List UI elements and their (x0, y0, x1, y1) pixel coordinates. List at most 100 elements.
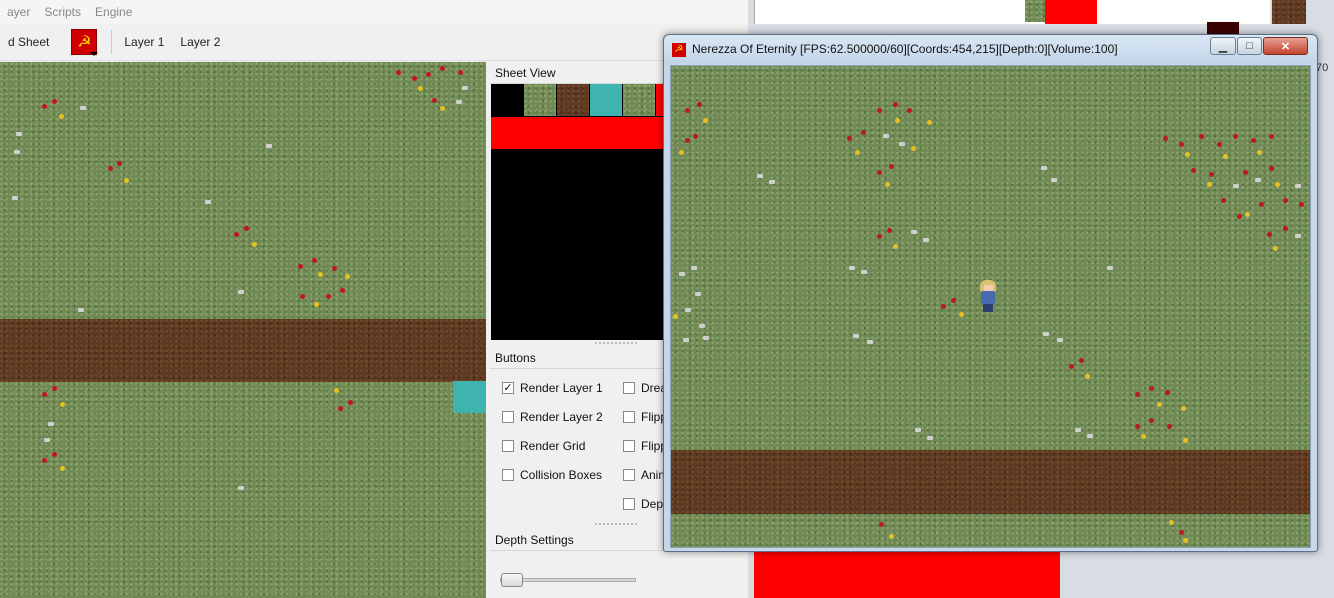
panel-splitter[interactable] (595, 342, 639, 344)
flower-red (1259, 202, 1264, 207)
checkbox-box[interactable] (502, 411, 514, 423)
panel-splitter[interactable] (595, 523, 639, 525)
flower-yellow (252, 242, 257, 247)
flower-red (117, 161, 122, 166)
flower-red (1237, 214, 1242, 219)
game-window: ☭ Nerezza Of Eternity [FPS:62.500000/60]… (663, 34, 1318, 552)
flower-red (1221, 198, 1226, 203)
flower-red (440, 66, 445, 71)
flower-red (300, 294, 305, 299)
depth-slider-thumb[interactable] (501, 573, 523, 587)
sheet-tile-water[interactable] (590, 84, 622, 116)
sheet-tile-dirt[interactable] (557, 84, 589, 116)
flower-white (1051, 178, 1057, 182)
flower-red (877, 108, 882, 113)
flower-white (923, 238, 929, 242)
flower-red (697, 102, 702, 107)
checkbox-box[interactable] (502, 440, 514, 452)
sheet-canvas[interactable] (491, 84, 663, 340)
animate-checkbox[interactable]: Anim (623, 468, 668, 482)
flower-yellow (885, 182, 890, 187)
flower-red (693, 134, 698, 139)
hammer-sickle-icon: ☭ (672, 43, 686, 57)
flower-yellow (895, 118, 900, 123)
flower-white (205, 200, 211, 204)
flower-red (52, 99, 57, 104)
flower-red (685, 108, 690, 113)
map-canvas[interactable] (0, 62, 486, 598)
checkbox-box[interactable] (623, 411, 635, 423)
flower-yellow (911, 146, 916, 151)
sheet-tile-flowers[interactable] (623, 84, 655, 116)
checkbox-checked[interactable]: ✓ (502, 382, 514, 394)
flower-red (877, 170, 882, 175)
flower-red (298, 264, 303, 269)
checkbox-box[interactable] (623, 440, 635, 452)
flower-yellow (59, 114, 64, 119)
desktop: 70 ayer Scripts Engine d Sheet ☭ Layer 1… (0, 0, 1334, 598)
layer1-button[interactable]: Layer 1 (116, 35, 172, 49)
flower-white (238, 290, 244, 294)
collision-boxes-checkbox[interactable]: Collision Boxes (502, 468, 602, 482)
flower-white (1043, 332, 1049, 336)
flower-red (1233, 134, 1238, 139)
flower-white (1075, 428, 1081, 432)
flower-red (951, 298, 956, 303)
flower-white (1255, 178, 1261, 182)
flower-white (679, 272, 685, 276)
flower-yellow (334, 388, 339, 393)
render-grid-checkbox[interactable]: Render Grid (502, 439, 585, 453)
checkbox-label: Render Layer 1 (520, 381, 603, 395)
menu-bar: ayer Scripts Engine (0, 0, 748, 24)
dropdown-arrow-icon (90, 52, 99, 56)
flower-yellow (1169, 520, 1174, 525)
close-button[interactable]: ✕ (1263, 37, 1308, 55)
checkbox-box[interactable] (623, 498, 635, 510)
flower-white (462, 86, 468, 90)
menu-engine[interactable]: Engine (88, 5, 139, 19)
draw-checkbox[interactable]: Drea (623, 381, 667, 395)
flower-white (1233, 184, 1239, 188)
sheet-tile-red[interactable] (656, 84, 663, 116)
depth-slider[interactable] (500, 573, 636, 587)
flower-white (1107, 266, 1113, 270)
flower-white (48, 422, 54, 426)
player-body (981, 291, 995, 304)
flower-white (238, 486, 244, 490)
menu-layer[interactable]: ayer (0, 5, 37, 19)
sheet-select-button[interactable]: ☭ (71, 29, 99, 56)
checkbox-box[interactable] (502, 469, 514, 481)
flower-red (941, 304, 946, 309)
flower-red (1243, 170, 1248, 175)
flower-red (1217, 142, 1222, 147)
flower-yellow (893, 244, 898, 249)
flower-white (683, 338, 689, 342)
load-sheet-button[interactable]: d Sheet (0, 35, 57, 49)
flower-yellow (959, 312, 964, 317)
flower-yellow (418, 86, 423, 91)
game-titlebar[interactable]: ☭ Nerezza Of Eternity [FPS:62.500000/60]… (664, 35, 1317, 63)
flower-white (927, 436, 933, 440)
flower-white (78, 308, 84, 312)
menu-scripts[interactable]: Scripts (37, 5, 88, 19)
maximize-button[interactable]: □ (1237, 37, 1262, 55)
minimize-button[interactable]: ▁ (1210, 37, 1236, 55)
game-canvas[interactable] (670, 65, 1311, 548)
player-character (977, 280, 999, 312)
checkbox-box[interactable] (623, 469, 635, 481)
flower-red (1251, 138, 1256, 143)
flower-yellow (1183, 438, 1188, 443)
layer2-button[interactable]: Layer 2 (172, 35, 228, 49)
checkbox-box[interactable] (623, 382, 635, 394)
render-layer2-checkbox[interactable]: Render Layer 2 (502, 410, 603, 424)
flower-red (338, 406, 343, 411)
render-layer1-checkbox[interactable]: ✓ Render Layer 1 (502, 381, 603, 395)
sheet-tile-grass[interactable] (524, 84, 556, 116)
flower-red (1269, 134, 1274, 139)
flower-red (1069, 364, 1074, 369)
checkbox-label: Render Grid (520, 439, 586, 453)
flower-white (899, 142, 905, 146)
flower-white (703, 336, 709, 340)
flower-red (340, 288, 345, 293)
flower-red (879, 522, 884, 527)
